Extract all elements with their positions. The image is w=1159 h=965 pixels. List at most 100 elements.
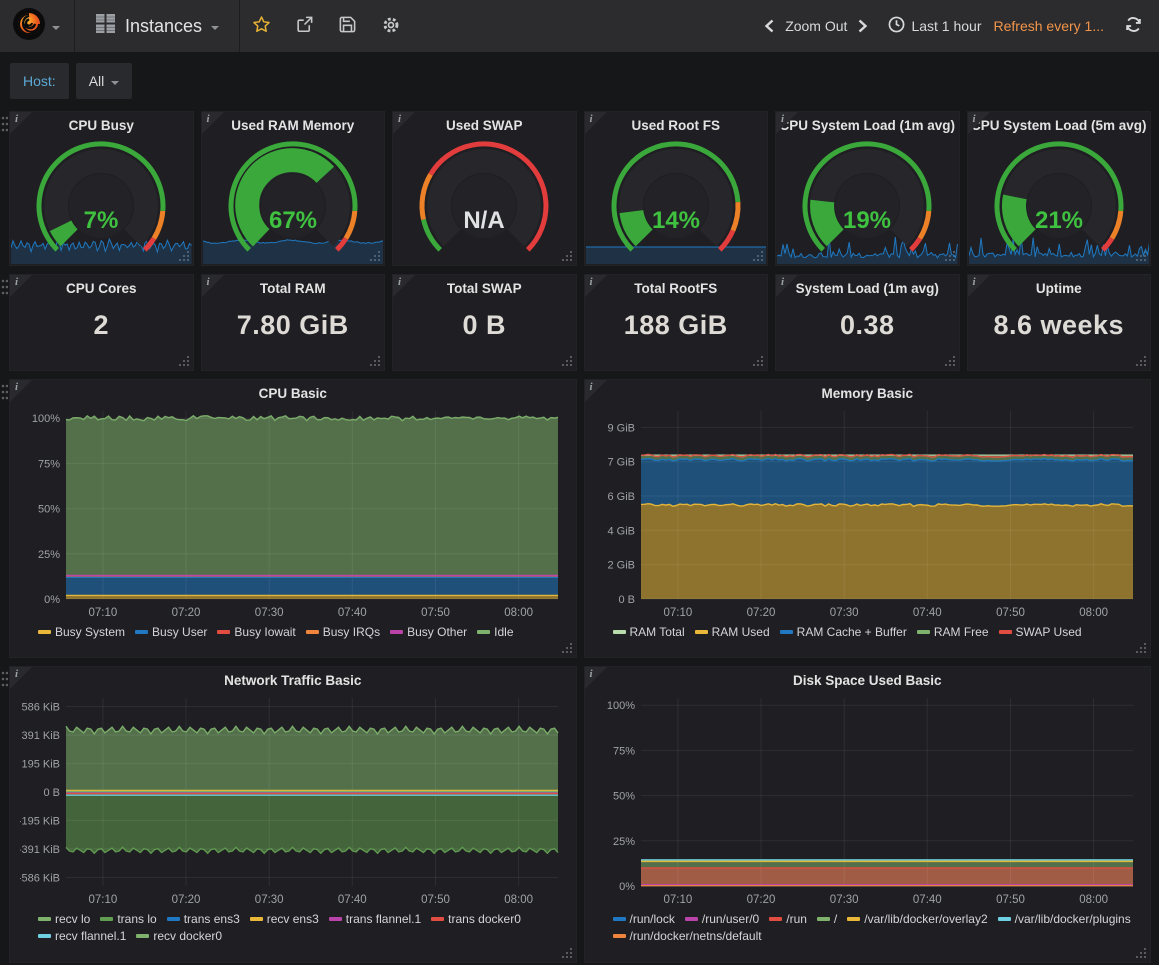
legend-swatch: [817, 917, 830, 921]
row-drag-handle[interactable]: [1, 384, 8, 406]
row-drag-handle[interactable]: [1, 671, 8, 693]
panel-title[interactable]: Memory Basic: [585, 380, 1151, 401]
panel-title[interactable]: CPU System Load (5m avg): [968, 112, 1151, 133]
dashboard-picker[interactable]: Instances: [75, 0, 240, 52]
panel-total-rootfs: iTotal RootFS188 GiB: [585, 275, 768, 370]
legend-item[interactable]: /run/user/0: [685, 912, 759, 926]
panel-info-corner[interactable]: [202, 275, 224, 297]
panel-title[interactable]: CPU System Load (1m avg): [776, 112, 959, 133]
legend-item[interactable]: RAM Free: [917, 625, 989, 639]
svg-text:07:50: 07:50: [996, 894, 1025, 906]
time-back-button[interactable]: [754, 19, 785, 33]
save-button[interactable]: [326, 0, 369, 52]
legend-item[interactable]: /run/docker/netns/default: [613, 929, 762, 943]
panel-info-corner[interactable]: [10, 275, 32, 297]
row-drag-handle[interactable]: [1, 279, 8, 301]
panel-resize-handle[interactable]: [1144, 651, 1146, 653]
panel-resize-handle[interactable]: [570, 259, 572, 261]
panel-info-corner[interactable]: [585, 112, 607, 134]
legend-item[interactable]: Busy User: [135, 625, 207, 639]
legend-item[interactable]: trans ens3: [167, 912, 240, 926]
legend-item[interactable]: Busy IRQs: [306, 625, 380, 639]
panel-title[interactable]: CPU Basic: [10, 380, 576, 401]
host-variable-select[interactable]: All: [76, 63, 133, 99]
share-button[interactable]: [283, 0, 326, 52]
panel-resize-handle[interactable]: [570, 651, 572, 653]
legend-item[interactable]: SWAP Used: [999, 625, 1082, 639]
panel-title[interactable]: Uptime: [968, 275, 1151, 296]
graph-plot[interactable]: 100%75%50%25%0%07:1007:2007:3007:4007:50…: [20, 403, 565, 625]
legend-item[interactable]: Busy Other: [390, 625, 467, 639]
panel-info-corner[interactable]: [393, 112, 415, 134]
panel-info-corner[interactable]: [585, 380, 607, 402]
panel-resize-handle[interactable]: [378, 364, 380, 366]
legend-item[interactable]: recv flannel.1: [38, 929, 126, 943]
panel-uptime: iUptime8.6 weeks: [968, 275, 1151, 370]
panel-info-corner[interactable]: [585, 275, 607, 297]
legend-item[interactable]: /run: [769, 912, 807, 926]
legend-item[interactable]: trans docker0: [431, 912, 521, 926]
panel-title[interactable]: Total RAM: [202, 275, 385, 296]
panel-title[interactable]: Disk Space Used Basic: [585, 667, 1151, 688]
panel-title[interactable]: Total SWAP: [393, 275, 576, 296]
legend-item[interactable]: /var/lib/docker/plugins: [998, 912, 1131, 926]
svg-text:07:40: 07:40: [338, 894, 367, 906]
panel-title[interactable]: CPU Busy: [10, 112, 193, 133]
panel-title[interactable]: System Load (1m avg): [776, 275, 959, 296]
panel-resize-handle[interactable]: [570, 956, 572, 958]
panel-info-corner[interactable]: [776, 275, 798, 297]
time-forward-button[interactable]: [847, 19, 878, 33]
legend-item[interactable]: RAM Total: [613, 625, 685, 639]
row-graphs-bottom: iNetwork Traffic Basic586 KiB391 KiB195 …: [10, 667, 1150, 962]
panel-resize-handle[interactable]: [761, 364, 763, 366]
panel-resize-handle[interactable]: [1144, 956, 1146, 958]
panel-resize-handle[interactable]: [953, 364, 955, 366]
refresh-button[interactable]: [1114, 15, 1147, 37]
legend-item[interactable]: /: [817, 912, 837, 926]
panel-title[interactable]: Used RAM Memory: [202, 112, 385, 133]
panel-info-corner[interactable]: [10, 667, 32, 689]
legend-item[interactable]: Idle: [477, 625, 513, 639]
grafana-logo[interactable]: [0, 0, 75, 52]
graph-plot[interactable]: 100%75%50%25%0%07:1007:2007:3007:4007:50…: [595, 690, 1140, 912]
panel-title[interactable]: Total RootFS: [585, 275, 768, 296]
legend-item[interactable]: recv ens3: [250, 912, 319, 926]
legend-item[interactable]: Busy System: [38, 625, 125, 639]
zoom-out-button[interactable]: Zoom Out: [785, 18, 847, 34]
panel-info-corner[interactable]: [585, 667, 607, 689]
panel-title[interactable]: Network Traffic Basic: [10, 667, 576, 688]
panel-info-corner[interactable]: [968, 112, 990, 134]
panel-title[interactable]: Used SWAP: [393, 112, 576, 133]
panel-info-corner[interactable]: [776, 112, 798, 134]
legend-item[interactable]: RAM Cache + Buffer: [780, 625, 907, 639]
settings-button[interactable]: [369, 0, 413, 52]
panel-title[interactable]: Used Root FS: [585, 112, 768, 133]
panel-network-traffic-basic: iNetwork Traffic Basic586 KiB391 KiB195 …: [10, 667, 576, 962]
panel-resize-handle[interactable]: [187, 364, 189, 366]
legend-item[interactable]: trans flannel.1: [329, 912, 421, 926]
star-button[interactable]: [240, 0, 283, 52]
legend-item[interactable]: /run/lock: [613, 912, 675, 926]
svg-text:50%: 50%: [613, 791, 635, 803]
legend-item[interactable]: trans lo: [100, 912, 156, 926]
legend-item[interactable]: RAM Used: [695, 625, 770, 639]
panel-info-corner[interactable]: [393, 275, 415, 297]
panel-disk-space-used-basic: iDisk Space Used Basic100%75%50%25%0%07:…: [585, 667, 1151, 962]
legend-label: /var/lib/docker/overlay2: [864, 912, 987, 926]
time-range-picker[interactable]: Last 1 hour: [878, 16, 991, 36]
panel-info-corner[interactable]: [968, 275, 990, 297]
graph-plot[interactable]: 586 KiB391 KiB195 KiB0 B-195 KiB-391 KiB…: [20, 690, 565, 912]
refresh-interval-button[interactable]: Refresh every 1...: [992, 18, 1115, 34]
panel-info-corner[interactable]: [10, 112, 32, 134]
legend-item[interactable]: /var/lib/docker/overlay2: [847, 912, 987, 926]
panel-info-corner[interactable]: [10, 380, 32, 402]
panel-resize-handle[interactable]: [570, 364, 572, 366]
legend-item[interactable]: Busy Iowait: [217, 625, 295, 639]
graph-plot[interactable]: 9 GiB7 GiB6 GiB4 GiB2 GiB0 B07:1007:2007…: [595, 403, 1140, 625]
panel-resize-handle[interactable]: [1144, 364, 1146, 366]
legend-item[interactable]: recv lo: [38, 912, 90, 926]
legend-item[interactable]: recv docker0: [136, 929, 222, 943]
row-drag-handle[interactable]: [1, 116, 8, 138]
panel-info-corner[interactable]: [202, 112, 224, 134]
panel-title[interactable]: CPU Cores: [10, 275, 193, 296]
